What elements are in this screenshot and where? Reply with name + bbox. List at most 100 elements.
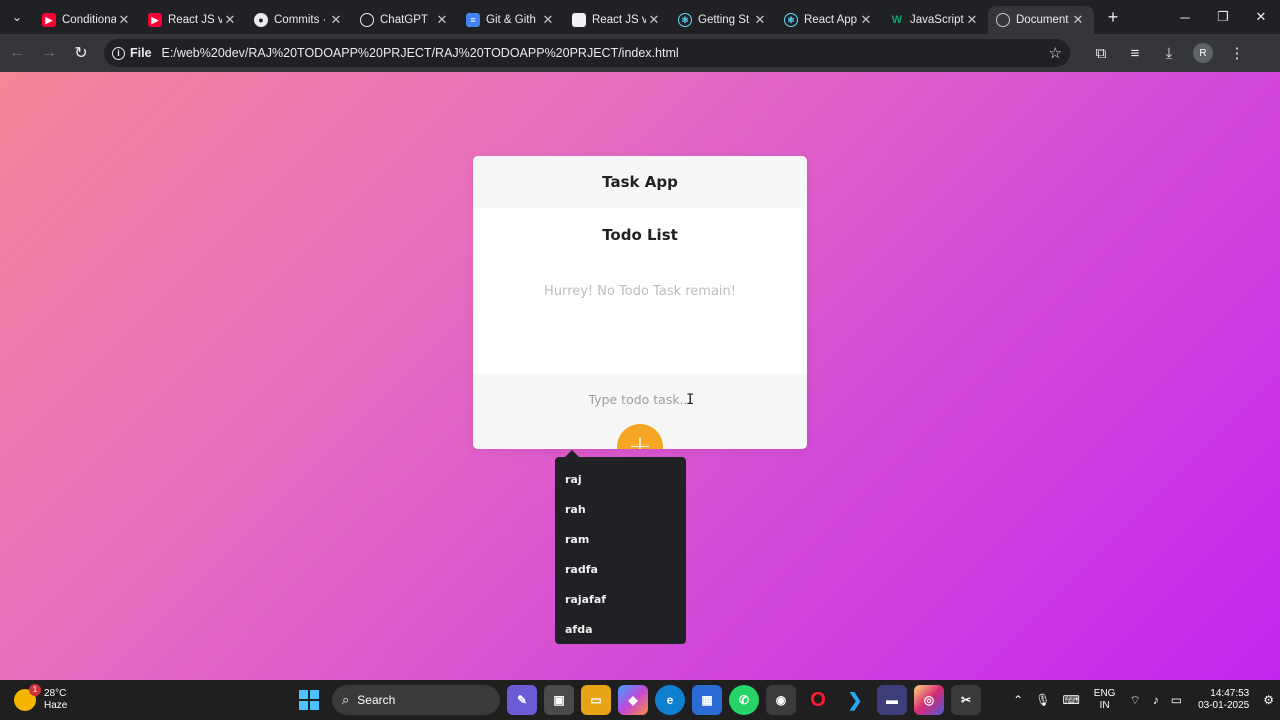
tab-title: ChatGPT [380, 14, 428, 26]
chatgpt-icon [360, 13, 374, 27]
tab-javascript[interactable]: W JavaScript ✕ [882, 6, 988, 34]
profile-avatar[interactable]: R [1193, 43, 1213, 63]
tab-close-icon[interactable]: ✕ [328, 12, 344, 28]
globe-icon [996, 13, 1010, 27]
opera-icon[interactable]: O [803, 685, 833, 715]
react-icon: ⚛ [678, 13, 692, 27]
tab-close-icon[interactable]: ✕ [434, 12, 450, 28]
tab-title: Commits · [274, 14, 327, 26]
close-window-icon[interactable]: ✕ [1242, 0, 1280, 34]
reload-icon[interactable]: ↻ [66, 38, 96, 68]
taskbar-apps: ⌕ Search ✎ ▣ ▭ ◆ e ▦ ✆ ◉ O ❯ ▬ ◎ ✂ [292, 680, 981, 720]
tab-strip: ⌄ ▶ Conditional ✕ ▶ React JS v ✕ ● Commi… [0, 0, 1280, 34]
windows-start-icon[interactable] [292, 683, 326, 717]
site-info-chip[interactable]: i File [112, 46, 152, 60]
autocomplete-option[interactable]: radfa [555, 555, 686, 585]
chrome-icon[interactable]: ◉ [766, 685, 796, 715]
url-text[interactable]: E:/web%20dev/RAJ%20TODOAPP%20PRJECT/RAJ%… [162, 46, 1049, 60]
page-icon [572, 13, 586, 27]
whatsapp-icon[interactable]: ✆ [729, 685, 759, 715]
app-title: Task App [602, 173, 678, 191]
tab-document[interactable]: Document ✕ [988, 6, 1094, 34]
docs-icon: ≡ [466, 13, 480, 27]
todo-list-title: Todo List [602, 226, 678, 244]
input-section: + [473, 374, 807, 449]
vscode-icon[interactable]: ❯ [840, 685, 870, 715]
chevron-up-icon[interactable]: ⌃ [1013, 693, 1023, 707]
autocomplete-option[interactable]: rah [555, 495, 686, 525]
weather-temperature: 28°C [44, 688, 67, 699]
address-bar[interactable]: i File E:/web%20dev/RAJ%20TODOAPP%20PRJE… [104, 39, 1070, 67]
microphone-icon[interactable]: 🎙 [1035, 693, 1050, 707]
tab-title: React JS v [592, 14, 646, 26]
extensions-icon[interactable]: ⧉ [1084, 38, 1118, 68]
tab-close-icon[interactable]: ✕ [1070, 12, 1086, 28]
tab-getting-started[interactable]: ⚛ Getting St ✕ [670, 6, 776, 34]
tab-git-github[interactable]: ≡ Git & Gith ✕ [458, 6, 564, 34]
tab-title: Conditional [62, 14, 116, 26]
copilot-pen-icon[interactable]: ✎ [507, 685, 537, 715]
tab-react-app[interactable]: ⚛ React App ✕ [776, 6, 882, 34]
system-tray: ⌃ 🎙 ⌨ ENG IN ⌔ ♪ ▭ 14:47:53 03-01-2025 ⚙ [1007, 680, 1280, 720]
browser-toolbar: ← → ↻ i File E:/web%20dev/RAJ%20TODOAPP%… [0, 34, 1280, 72]
minimize-icon[interactable]: ─ [1166, 0, 1204, 34]
language-code: ENG [1093, 688, 1116, 699]
tab-close-icon[interactable]: ✕ [964, 12, 980, 28]
tab-close-icon[interactable]: ✕ [540, 12, 556, 28]
page-viewport: Task App Todo List Hurrey! No Todo Task … [0, 72, 1280, 680]
tab-search-chevron-icon[interactable]: ⌄ [0, 0, 34, 34]
tab-close-icon[interactable]: ✕ [222, 12, 238, 28]
kebab-menu-icon[interactable]: ⋮ [1220, 38, 1254, 68]
clock-date: 03-01-2025 [1198, 700, 1250, 711]
search-label: Search [357, 693, 396, 707]
microsoft-store-icon[interactable]: ▦ [692, 685, 722, 715]
terminal-icon[interactable]: ▬ [877, 685, 907, 715]
tab-close-icon[interactable]: ✕ [858, 12, 874, 28]
tab-close-icon[interactable]: ✕ [116, 12, 132, 28]
text-cursor-icon: I [686, 392, 695, 408]
bookmark-star-icon[interactable]: ☆ [1049, 44, 1062, 62]
notification-badge: 1 [29, 684, 41, 696]
tab-react-js-2[interactable]: React JS v ✕ [564, 6, 670, 34]
volume-icon[interactable]: ♪ [1153, 693, 1159, 707]
file-label: File [130, 46, 152, 60]
weather-description: Haze [44, 700, 68, 711]
add-task-button[interactable]: + [617, 424, 663, 449]
autocomplete-option[interactable]: raj [555, 465, 686, 495]
youtube-icon: ▶ [148, 13, 162, 27]
weather-widget[interactable]: 1 28°C Haze [14, 684, 134, 712]
github-icon: ● [254, 13, 268, 27]
keyboard-icon[interactable]: ⌨ [1062, 693, 1079, 707]
autocomplete-option[interactable]: afda [555, 615, 686, 645]
search-icon: ⌕ [342, 692, 350, 707]
language-indicator[interactable]: ENG IN [1094, 688, 1116, 712]
tab-title: Getting St [698, 14, 750, 26]
battery-icon[interactable]: ▭ [1171, 693, 1182, 707]
settings-gear-icon[interactable]: ⚙ [1263, 693, 1274, 707]
tab-close-icon[interactable]: ✕ [646, 12, 662, 28]
edge-icon[interactable]: e [655, 685, 685, 715]
tab-commits[interactable]: ● Commits · ✕ [246, 6, 352, 34]
tab-close-icon[interactable]: ✕ [752, 12, 768, 28]
autocomplete-option[interactable]: rajafaf [555, 585, 686, 615]
file-explorer-icon[interactable]: ▭ [581, 685, 611, 715]
taskbar-search[interactable]: ⌕ Search [332, 685, 500, 715]
media-controls-icon[interactable]: ≡ [1118, 38, 1152, 68]
tab-react-js-1[interactable]: ▶ React JS v ✕ [140, 6, 246, 34]
forward-arrow-icon[interactable]: → [34, 38, 64, 68]
back-arrow-icon[interactable]: ← [2, 38, 32, 68]
tab-conditional[interactable]: ▶ Conditional ✕ [34, 6, 140, 34]
download-icon[interactable]: ⤓ [1152, 38, 1186, 68]
autocomplete-option[interactable]: ram [555, 525, 686, 555]
todo-task-input[interactable] [473, 386, 807, 412]
tab-chatgpt[interactable]: ChatGPT ✕ [352, 6, 458, 34]
instagram-icon[interactable]: ◎ [914, 685, 944, 715]
new-tab-button[interactable]: + [1098, 7, 1128, 28]
task-view-icon[interactable]: ▣ [544, 685, 574, 715]
clock-time: 14:47:53 [1210, 688, 1250, 699]
wifi-icon[interactable]: ⌔ [1129, 693, 1140, 708]
clock[interactable]: 14:47:53 03-01-2025 [1198, 688, 1249, 712]
snipping-tool-icon[interactable]: ✂ [951, 685, 981, 715]
copilot-icon[interactable]: ◆ [618, 685, 648, 715]
restore-icon[interactable]: ❐ [1204, 0, 1242, 34]
